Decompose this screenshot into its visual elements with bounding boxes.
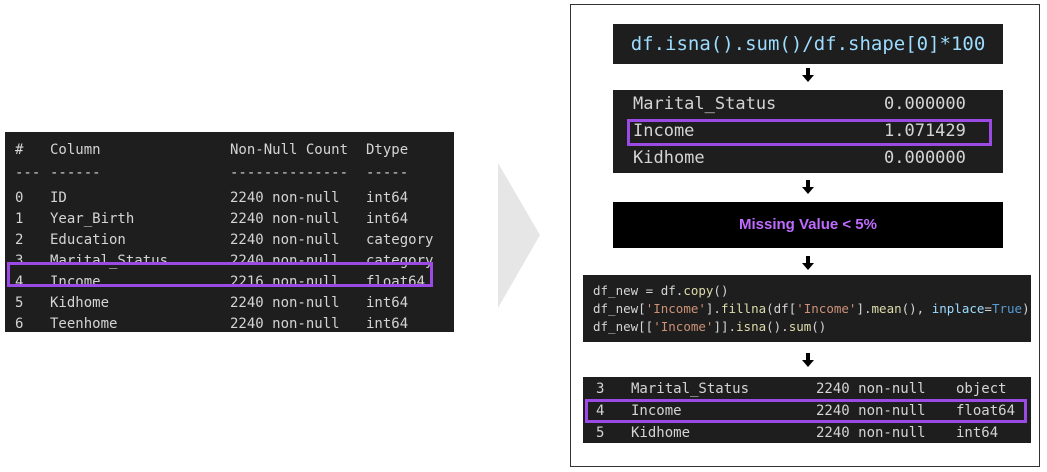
table-row: 5 Kidhome 2240 non-null int64 xyxy=(5,293,454,314)
header-non-null-count: Non-Null Count xyxy=(230,142,349,158)
table-row: 0 ID 2240 non-null int64 xyxy=(5,188,454,209)
arrow-down-icon xyxy=(802,353,814,367)
row-column-name: Marital_Status xyxy=(631,381,750,397)
row-non-null-count: 2240 non-null xyxy=(230,316,340,332)
isna-column-name: Marital_Status xyxy=(633,94,777,114)
row-dtype: category xyxy=(366,232,434,248)
row-column-name: Education xyxy=(50,232,126,248)
row-dtype: int64 xyxy=(366,295,409,311)
isna-percentage: 0.000000 xyxy=(884,148,966,168)
left-separator-row: --- ------ -------------- ----- xyxy=(5,163,454,184)
row-dtype: int64 xyxy=(366,211,409,227)
row-dtype: int64 xyxy=(366,190,409,206)
row-dtype: int64 xyxy=(956,425,999,441)
row-column-name: ID xyxy=(50,190,67,206)
isna-column-name: Kidhome xyxy=(633,148,705,168)
table-row: Marital_Status 0.000000 xyxy=(613,91,1003,118)
row-index: 5 xyxy=(15,295,24,311)
isna-percentage: 0.000000 xyxy=(884,94,966,114)
income-row-highlight xyxy=(7,262,433,287)
income-missing-highlight xyxy=(627,119,992,146)
left-header-row: # Column Non-Null Count Dtype xyxy=(5,140,454,161)
row-index: 2 xyxy=(15,232,24,248)
chevron-right-icon xyxy=(498,163,540,308)
row-dtype: int64 xyxy=(366,316,409,332)
table-row: 1 Year_Birth 2240 non-null int64 xyxy=(5,209,454,230)
row-index: 5 xyxy=(596,425,605,441)
header-dtype: Dtype xyxy=(366,142,409,158)
table-row: 3 Marital_Status 2240 non-null object xyxy=(583,378,1031,400)
code-line: df_new = df.copy() xyxy=(593,283,729,298)
table-row: Kidhome 0.000000 xyxy=(613,145,1003,172)
code-line: df_new['Income'].fillna(df['Income'].mea… xyxy=(593,301,1030,316)
fillna-code-block: df_new = df.copy() df_new['Income'].filln… xyxy=(583,275,1031,342)
header-index: # xyxy=(15,142,24,158)
row-non-null-count: 2240 non-null xyxy=(230,295,340,311)
row-column-name: Teenhome xyxy=(50,316,118,332)
row-non-null-count: 2240 non-null xyxy=(230,190,340,206)
row-non-null-count: 2240 non-null xyxy=(816,425,926,441)
income-result-highlight xyxy=(585,399,1027,423)
table-row: 5 Kidhome 2240 non-null int64 xyxy=(583,422,1031,443)
row-non-null-count: 2240 non-null xyxy=(816,381,926,397)
isna-percentage-code: df.isna().sum()/df.shape[0]*100 xyxy=(613,24,1003,64)
row-dtype: object xyxy=(956,381,1007,397)
row-index: 0 xyxy=(15,190,24,206)
arrow-down-icon xyxy=(802,180,814,194)
row-column-name: Kidhome xyxy=(631,425,691,441)
missing-percentage-table: Marital_Status 0.000000 Income 1.071429 Kidh… xyxy=(613,90,1003,173)
row-non-null-count: 2240 non-null xyxy=(230,232,340,248)
table-row: 2 Education 2240 non-null category xyxy=(5,230,454,251)
row-column-name: Year_Birth xyxy=(50,211,135,227)
row-index: 1 xyxy=(15,211,24,227)
missing-value-label: Missing Value < 5% xyxy=(613,202,1003,248)
separator-index: --- xyxy=(15,165,41,181)
arrow-down-icon xyxy=(802,256,814,270)
arrow-down-icon xyxy=(802,68,814,82)
table-row: 6 Teenhome 2240 non-null int64 xyxy=(5,314,454,332)
left-info-table: # Column Non-Null Count Dtype --- ------… xyxy=(5,132,454,332)
row-non-null-count: 2240 non-null xyxy=(230,211,340,227)
separator-dtype: ----- xyxy=(366,165,409,181)
row-index: 3 xyxy=(596,381,605,397)
separator-column: ------ xyxy=(50,165,101,181)
row-column-name: Kidhome xyxy=(50,295,110,311)
result-info-table: 3 Marital_Status 2240 non-null object 4 Incom… xyxy=(583,377,1031,443)
code-line: df_new[['Income']].isna().sum() xyxy=(593,319,827,334)
header-column: Column xyxy=(50,142,101,158)
row-index: 6 xyxy=(15,316,24,332)
separator-non-null-count: -------------- xyxy=(230,165,349,181)
